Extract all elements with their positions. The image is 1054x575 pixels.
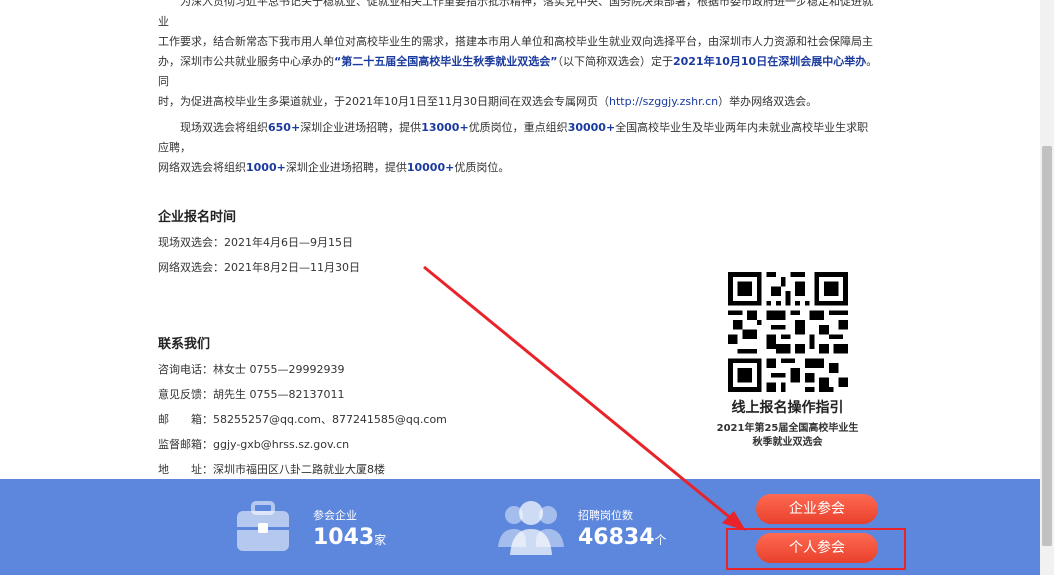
scale-text: 深圳企业进场招聘，提供 [300, 121, 422, 134]
intro-text: （以下简称双选会）定于 [557, 55, 673, 68]
scale-paragraph-cont: 网络双选会将组织1000+深圳企业进场招聘，提供10000+优质岗位。 [158, 158, 878, 178]
event-date: 2021年10月10日在深圳会展中心举办 [672, 55, 867, 68]
annotation-highlight-box [726, 528, 906, 570]
qr-subtitle: 2021年第25届全国高校毕业生 [716, 423, 859, 434]
scale-paragraph: 现场双选会将组织650+深圳企业进场招聘，提供13000+优质岗位，重点组织30… [158, 118, 878, 158]
companies-unit: 家 [374, 533, 387, 547]
company-join-button[interactable]: 企业参会 [756, 494, 878, 524]
contact-address: 地 址：深圳市福田区八卦二路就业大厦8楼 [158, 463, 385, 476]
scale-text: 现场双选会将组织 [180, 121, 268, 134]
qr-subtitle-2: 秋季就业双选会 [752, 437, 823, 448]
intro-paragraph: 为深入贯彻习近平总书记关于稳就业、促就业相关工作重要指示批示精神，落实党中央、国… [158, 0, 878, 32]
scale-text: 网络双选会将组织 [158, 161, 246, 174]
intro-text: 工作要求，结合新常态下我市用人单位对高校毕业生的需求，搭建本市用人单位和高校毕业… [158, 35, 873, 48]
vertical-scrollbar[interactable] [1040, 0, 1054, 575]
scale-text: 优质岗位。 [454, 161, 510, 174]
jobs-label: 招聘岗位数 [578, 509, 633, 522]
registration-onsite: 现场双选会：2021年4月6日—9月15日 [158, 236, 353, 249]
website-link[interactable]: http://szggjy.zshr.cn [609, 95, 718, 108]
qr-block: 线上报名操作指引 2021年第25届全国高校毕业生 秋季就业双选会 [700, 272, 875, 450]
companies-label: 参会企业 [313, 509, 357, 522]
scrollbar-thumb[interactable] [1042, 146, 1052, 546]
people-icon [496, 497, 564, 557]
intro-text: ）举办网络双选会。 [718, 95, 818, 108]
scale-number: 30000+ [567, 121, 616, 134]
intro-paragraph-cont: 时，为促进高校毕业生多渠道就业，于2021年10月1日至11月30日期间在双选会… [158, 92, 878, 112]
intro-paragraph-cont: 办，深圳市公共就业服务中心承办的“第二十五届全国高校毕业生秋季就业双选会”（以下… [158, 52, 878, 92]
companies-value: 1043 [313, 525, 375, 550]
intro-text: 时，为促进高校毕业生多渠道就业，于2021年10月1日至11月30日期间在双选会… [158, 95, 609, 108]
scale-number: 650+ [268, 121, 301, 134]
qr-code[interactable] [727, 272, 848, 392]
scale-text: 优质岗位，重点组织 [468, 121, 568, 134]
companies-count: 1043家 [313, 525, 386, 550]
scale-text: 深圳企业进场招聘，提供 [285, 161, 407, 174]
registration-title: 企业报名时间 [158, 210, 237, 225]
qr-code-image [727, 272, 848, 392]
intro-paragraph-cont: 工作要求，结合新常态下我市用人单位对高校毕业生的需求，搭建本市用人单位和高校毕业… [158, 32, 878, 52]
scale-number: 1000+ [246, 161, 286, 174]
briefcase-icon [233, 497, 293, 557]
qr-title: 线上报名操作指引 [731, 400, 844, 416]
jobs-value: 46834 [578, 525, 655, 550]
jobs-count: 46834个 [578, 525, 667, 550]
page: 为深入贯彻习近平总书记关于稳就业、促就业相关工作重要指示批示精神，落实党中央、国… [0, 0, 1054, 575]
scale-number: 13000+ [421, 121, 469, 134]
intro-text: 为深入贯彻习近平总书记关于稳就业、促就业相关工作重要指示批示精神，落实党中央、国… [158, 0, 873, 28]
intro-text: 办，深圳市公共就业服务中心承办的 [158, 55, 334, 68]
event-name: “第二十五届全国高校毕业生秋季就业双选会” [334, 55, 558, 68]
jobs-unit: 个 [654, 533, 667, 547]
scale-number: 10000+ [406, 161, 455, 174]
